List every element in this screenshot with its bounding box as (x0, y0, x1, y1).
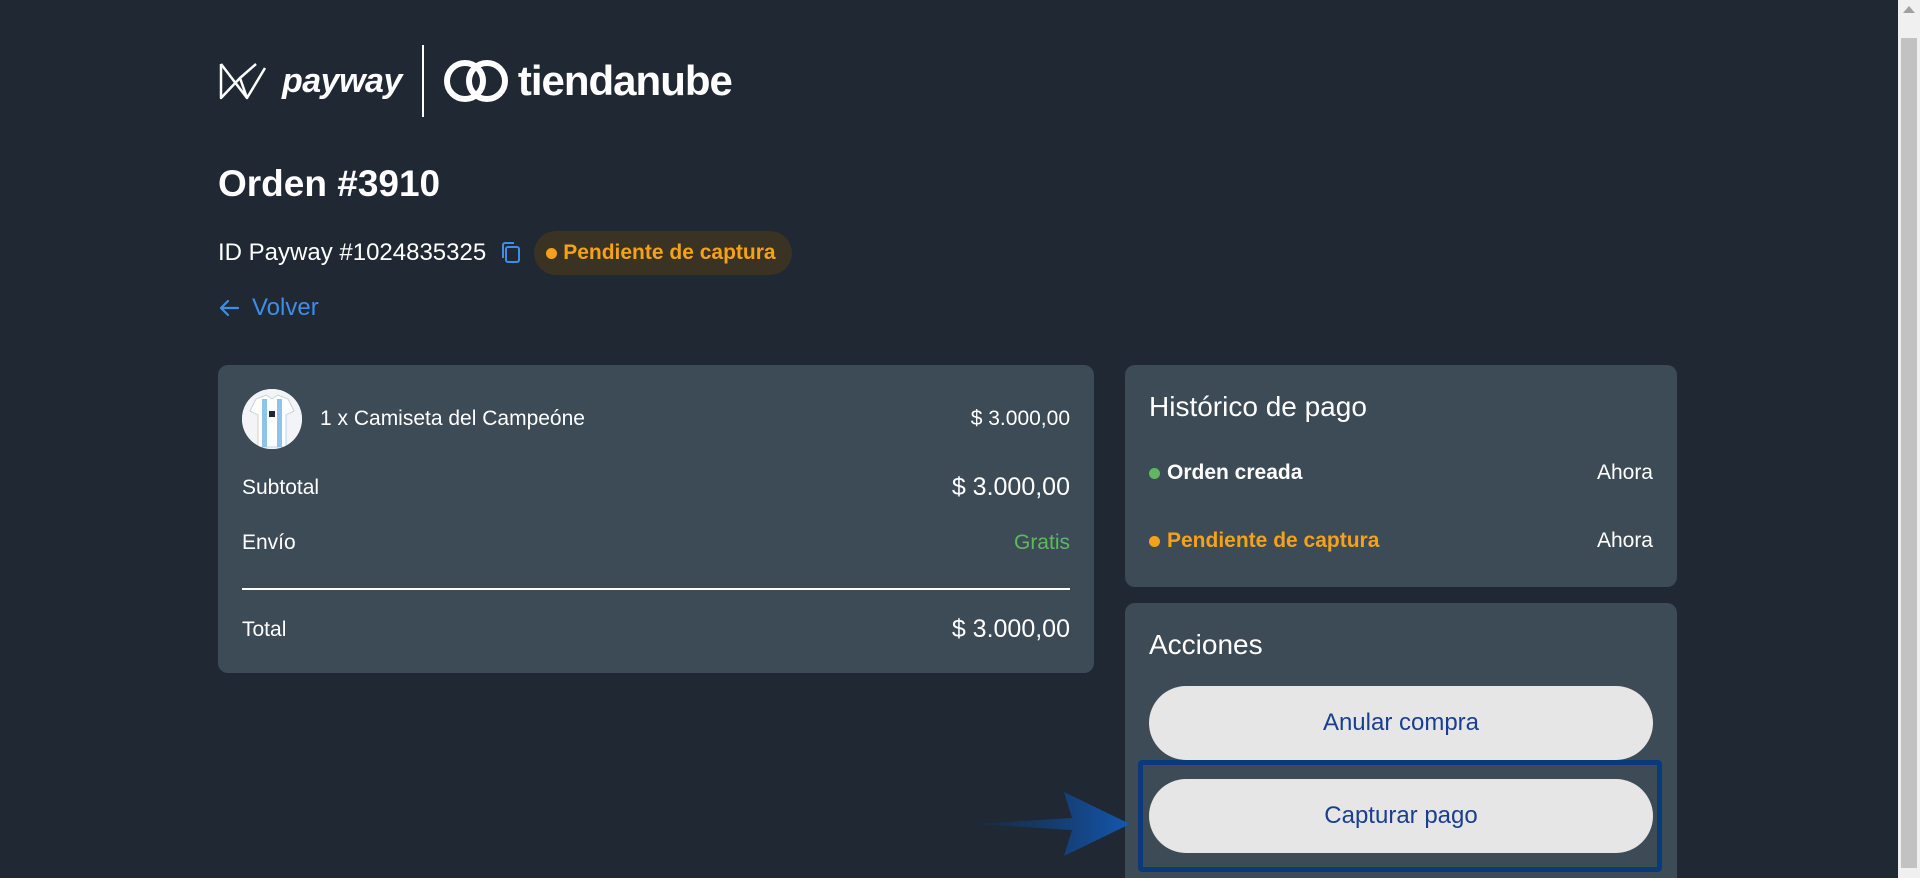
subtotal-row: Subtotal $ 3.000,00 (242, 473, 1070, 502)
cancel-purchase-button[interactable]: Anular compra (1149, 686, 1653, 760)
history-event-label-wrap: Orden creada (1149, 461, 1302, 485)
vertical-scrollbar[interactable] (1898, 0, 1920, 878)
shipping-value: Gratis (1013, 531, 1070, 554)
total-row: Total $ 3.000,00 (242, 615, 1070, 644)
copy-icon[interactable] (498, 240, 524, 266)
pointer-arrow-icon (974, 792, 1130, 856)
logo-divider (421, 45, 424, 117)
product-row: 1 x Camiseta del Campeóne $ 3.000,00 (242, 389, 1070, 449)
total-value: $ 3.000,00 (951, 615, 1070, 643)
subtotal-value: $ 3.000,00 (951, 473, 1070, 501)
subtotal-label: Subtotal (242, 475, 320, 499)
history-event-time: Ahora (1596, 529, 1653, 552)
arrow-left-icon (219, 299, 240, 317)
history-event: Orden creada Ahora (1149, 461, 1653, 485)
back-link[interactable]: Volver (218, 294, 319, 322)
payway-logo-text: payway (282, 61, 402, 100)
actions-card: Acciones Anular compra Capturar pago (1125, 603, 1677, 878)
tiendanube-logo: tiendanube (442, 56, 733, 106)
total-label: Total (242, 617, 287, 641)
product-name: 1 x Camiseta del Campeóne (320, 407, 585, 430)
scroll-up-icon[interactable] (1903, 6, 1915, 13)
order-detail-page: payway tiendanube Orden #3910 ID Payway … (0, 0, 1920, 878)
history-event-label: Pendiente de captura (1167, 529, 1380, 552)
order-summary-card: 1 x Camiseta del Campeóne $ 3.000,00 Sub… (218, 365, 1094, 673)
history-event-time: Ahora (1596, 461, 1653, 484)
status-badge: Pendiente de captura (534, 231, 792, 275)
product-info: 1 x Camiseta del Campeóne (242, 389, 585, 449)
shipping-label: Envío (242, 531, 296, 554)
history-event-label-wrap: Pendiente de captura (1149, 529, 1379, 553)
history-event-label: Orden creada (1167, 461, 1303, 484)
tiendanube-logo-text: tiendanube (517, 57, 733, 104)
scrollbar-thumb[interactable] (1901, 38, 1917, 868)
product-thumbnail (242, 389, 302, 449)
back-link-label: Volver (252, 294, 319, 321)
capture-payment-button[interactable]: Capturar pago (1149, 779, 1653, 853)
actions-title: Acciones (1149, 629, 1263, 660)
history-event: Pendiente de captura Ahora (1149, 529, 1653, 553)
tiendanube-mark-icon (443, 60, 508, 102)
status-dot-icon (546, 247, 558, 259)
header-logos: payway tiendanube (218, 44, 733, 118)
summary-divider (242, 588, 1070, 590)
payway-logo: payway (218, 58, 402, 104)
product-price: $ 3.000,00 (970, 407, 1070, 430)
success-dot-icon (1149, 467, 1160, 479)
pending-dot-icon (1149, 535, 1160, 547)
payway-id: ID Payway #1024835325 (218, 239, 487, 266)
order-id-row: ID Payway #1024835325 Pendiente de captu… (218, 230, 792, 276)
payment-history-title: Histórico de pago (1149, 391, 1367, 422)
shipping-row: Envío Gratis (242, 531, 1070, 555)
payway-mark-icon (219, 63, 267, 100)
payment-history-card: Histórico de pago Orden creada Ahora Pen… (1125, 365, 1677, 587)
status-badge-label: Pendiente de captura (563, 241, 776, 264)
page-title: Orden #3910 (218, 163, 441, 204)
